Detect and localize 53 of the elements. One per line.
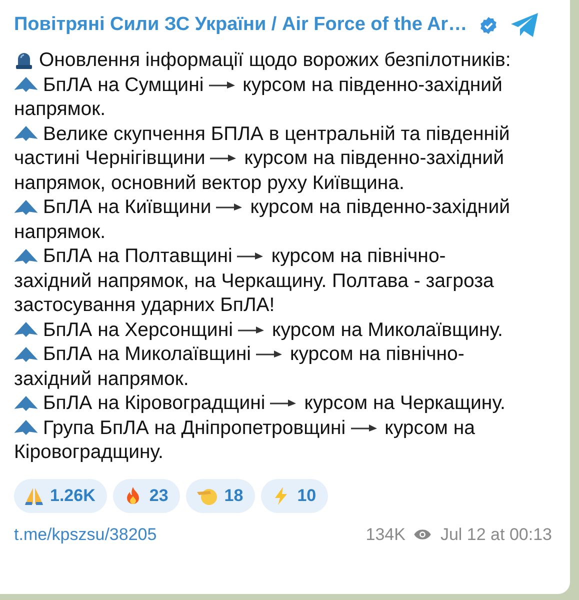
message-text: частині Чернігівщини [14, 146, 206, 170]
drone-icon [14, 126, 38, 142]
praying-hands-icon [24, 486, 44, 506]
message-text: західний напрямок, на Черкащину. Полтава - загроза [14, 268, 494, 293]
message-text: Кіровоградщину. [14, 440, 164, 464]
message-text: Оновлення інформації щодо ворожих безпілотників: [39, 48, 511, 72]
message-text: застосування ударних БпЛА! [14, 293, 275, 318]
reaction-button[interactable]: 18 [186, 478, 256, 512]
message-text: курсом на південно-західний [242, 72, 502, 97]
message-text: БпЛА на Херсонщині [43, 318, 233, 342]
message-text: Велике скупчення БПЛА в центральній та південній [43, 122, 510, 146]
message-text: напрямок, основний вектор руху Київщина. [14, 170, 404, 195]
message-text: Група БпЛА на Дніпропетровщині [43, 416, 346, 440]
message-text: БпЛА на Полтавщині [43, 244, 232, 268]
drone-icon [14, 77, 38, 92]
arrow-icon [256, 350, 282, 358]
message-text: курсом на південно-західний [250, 195, 510, 220]
reaction-button[interactable]: 1.26K [14, 478, 108, 512]
arrow-icon [210, 154, 236, 162]
post-date: Jul 12 at 00:13 [440, 524, 552, 544]
channel-title[interactable]: Повітряні Сили ЗС України / Air Force of the Ar… [14, 14, 468, 36]
message-text: БпЛА на Миколаївщині [43, 342, 251, 366]
message-text: курсом на Черкащину. [304, 391, 506, 416]
drone-icon [14, 396, 38, 411]
view-count: 134K [366, 524, 406, 544]
message-text: курсом на південно-західний [244, 146, 504, 170]
drone-icon [14, 200, 38, 215]
reaction-button[interactable]: 10 [261, 478, 328, 512]
message-text: курсом на північно- [271, 244, 446, 268]
arrow-icon [216, 203, 242, 212]
message-text: БпЛА на Київщини [43, 195, 212, 220]
drone-icon [14, 420, 38, 436]
message-text: БпЛА на Кіровоградщині [43, 391, 266, 416]
message-text: західний напрямок. [14, 366, 189, 391]
arrow-icon [238, 326, 264, 334]
eye-icon [413, 528, 432, 541]
message-text: курсом на Миколаївщину. [272, 318, 503, 342]
message-text: напрямок. [14, 220, 106, 244]
arrow-icon [270, 399, 296, 408]
drone-icon [14, 322, 38, 338]
siren-icon [14, 50, 34, 70]
arrow-icon [208, 80, 235, 89]
message-text: курсом на північно- [290, 342, 464, 366]
message-text: БпЛА на Сумщині [43, 72, 204, 97]
drone-icon [14, 248, 38, 264]
message-text: курсом на [384, 416, 475, 440]
arrow-icon [237, 252, 264, 260]
drone-icon [14, 346, 38, 362]
paper-plane-icon[interactable] [510, 12, 540, 38]
arrow-icon [350, 424, 377, 432]
post-link[interactable]: t.me/kpszsu/38205 [14, 524, 157, 544]
reaction-button[interactable]: 23 [113, 478, 180, 512]
message-text: напрямок. [14, 97, 106, 122]
